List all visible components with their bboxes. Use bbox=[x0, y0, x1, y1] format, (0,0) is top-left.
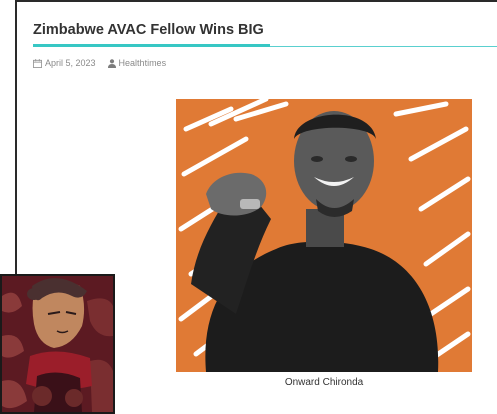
person-photo-illustration bbox=[178, 99, 471, 372]
calendar-icon bbox=[33, 58, 42, 68]
illustration-thumbnail[interactable] bbox=[0, 274, 115, 414]
article-author: Healthtimes bbox=[118, 58, 167, 68]
article-meta: April 5, 2023 Healthtimes bbox=[33, 58, 178, 68]
image-caption: Onward Chironda bbox=[284, 377, 364, 388]
date-meta[interactable]: April 5, 2023 bbox=[33, 58, 96, 68]
title-accent-bar bbox=[33, 44, 270, 47]
article-photo bbox=[176, 99, 472, 372]
illustrated-person-thumbnail bbox=[2, 276, 113, 412]
article-title[interactable]: Zimbabwe AVAC Fellow Wins BIG bbox=[33, 22, 264, 38]
author-meta[interactable]: Healthtimes bbox=[107, 58, 167, 68]
article-date: April 5, 2023 bbox=[45, 58, 96, 68]
user-icon bbox=[107, 58, 116, 68]
